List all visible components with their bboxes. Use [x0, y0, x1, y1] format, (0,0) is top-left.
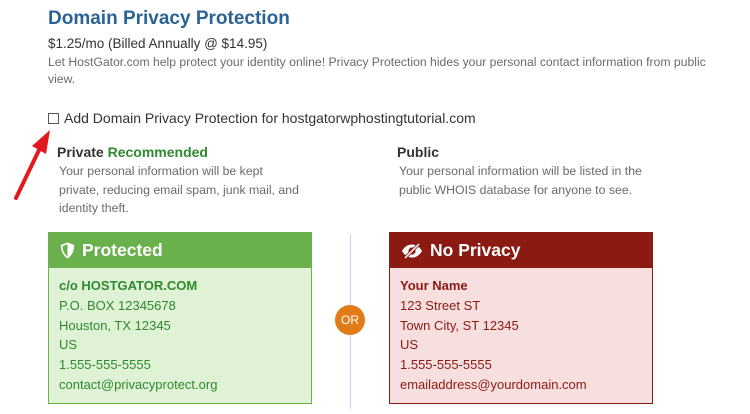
no-privacy-line-4: US — [400, 337, 419, 353]
eye-slash-icon — [402, 242, 422, 259]
protected-card: Protected c/o HOSTGATOR.COM P.O. BOX 123… — [48, 232, 312, 404]
price-text: $1.25/mo (Billed Annually @ $14.95) — [48, 36, 268, 51]
no-privacy-line-1: Your Name — [400, 278, 468, 293]
private-label: Private — [57, 144, 104, 160]
privacy-checkbox[interactable] — [48, 112, 59, 124]
protected-line-1: c/o HOSTGATOR.COM — [59, 278, 198, 293]
public-option-title: Public — [397, 144, 440, 160]
protected-line-3: Houston, TX 12345 — [59, 317, 171, 333]
no-privacy-card-body: Your Name 123 Street ST Town City, ST 12… — [390, 268, 652, 395]
protected-line-4: US — [59, 337, 78, 353]
protected-card-header: Protected — [49, 233, 311, 268]
protected-line-5: 1.555-555-5555 — [59, 357, 151, 373]
protected-card-title: Protected — [82, 240, 163, 260]
or-badge: OR — [335, 305, 365, 335]
private-option-description: Your personal information will be kept p… — [59, 164, 299, 215]
private-option-title: Private Recommended — [57, 144, 208, 160]
protected-card-body: c/o HOSTGATOR.COM P.O. BOX 12345678 Hous… — [49, 268, 311, 395]
protected-line-6: contact@privacyprotect.org — [59, 376, 218, 392]
privacy-checkbox-label[interactable]: Add Domain Privacy Protection for hostga… — [64, 110, 476, 126]
no-privacy-line-2: 123 Street ST — [400, 297, 481, 313]
recommended-label: Recommended — [107, 144, 208, 160]
no-privacy-line-3: Town City, ST 12345 — [400, 317, 519, 333]
public-option-description: Your personal information will be listed… — [399, 164, 642, 197]
no-privacy-line-5: 1.555-555-5555 — [400, 357, 492, 373]
protected-line-2: P.O. BOX 12345678 — [59, 297, 176, 313]
shield-icon — [60, 242, 75, 259]
no-privacy-card-header: No Privacy — [390, 233, 652, 268]
section-description: Let HostGator.com help protect your iden… — [48, 55, 706, 86]
no-privacy-card: No Privacy Your Name 123 Street ST Town … — [389, 232, 653, 404]
privacy-checkbox-row[interactable]: Add Domain Privacy Protection for hostga… — [48, 110, 476, 126]
annotation-arrow-icon — [14, 130, 50, 200]
no-privacy-line-6: emailaddress@yourdomain.com — [400, 376, 587, 392]
no-privacy-card-title: No Privacy — [430, 240, 521, 260]
section-title: Domain Privacy Protection — [48, 8, 290, 29]
